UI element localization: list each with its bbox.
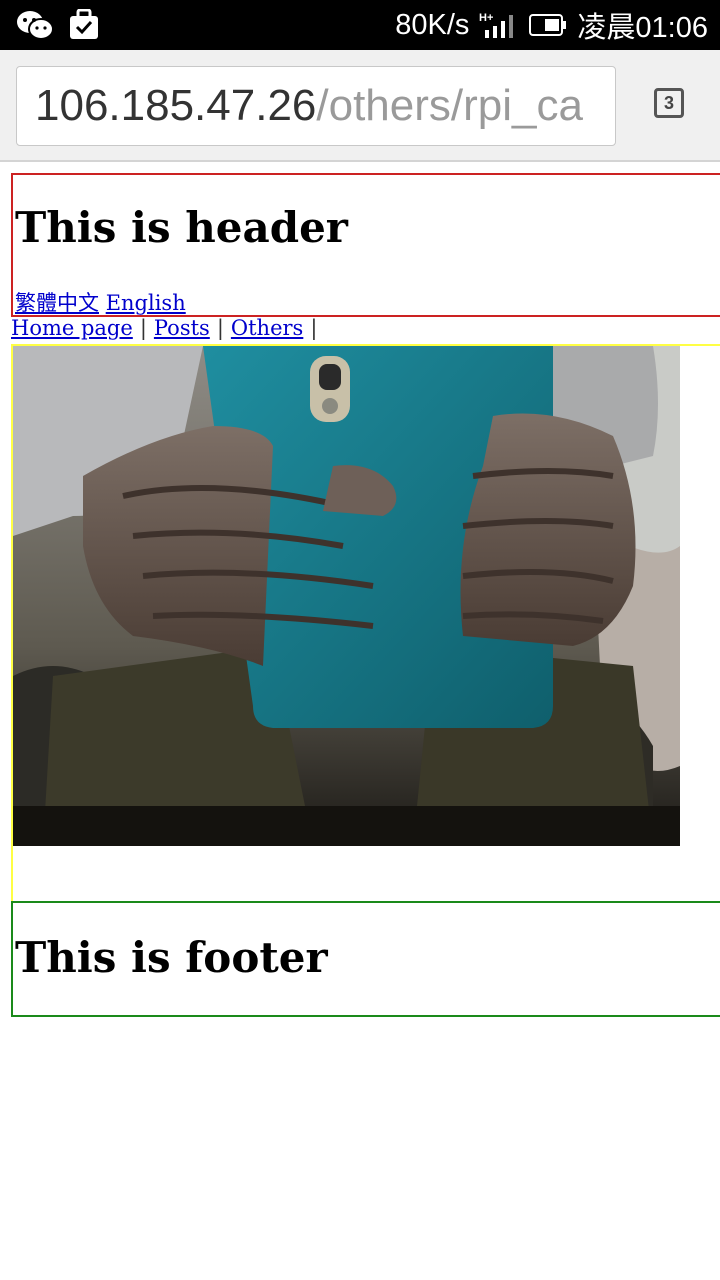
url-host: 106.185.47.26 <box>35 81 317 130</box>
camera-photo <box>13 346 680 846</box>
address-bar[interactable]: 106.185.47.26/others/rpi_ca <box>16 66 616 146</box>
signal-icon: H+ <box>479 12 514 38</box>
wechat-icon <box>17 11 54 40</box>
clock: 凌晨01:06 <box>577 12 708 44</box>
language-links: 繁體中文 English <box>15 287 186 317</box>
battery-icon <box>529 14 567 36</box>
network-speed: 80K/s <box>395 8 470 41</box>
nav-separator: | <box>216 316 224 340</box>
bag-check-icon <box>70 9 98 39</box>
nav-link-home[interactable]: Home page <box>11 316 133 340</box>
svg-text:H+: H+ <box>479 12 493 24</box>
tab-switcher-button[interactable]: 3 <box>654 88 684 118</box>
nav-link-others[interactable]: Others <box>231 316 303 340</box>
browser-toolbar: 106.185.47.26/others/rpi_ca 3 <box>0 50 720 162</box>
nav-link-posts[interactable]: Posts <box>154 316 210 340</box>
status-bar: 80K/s H+ 凌晨01:06 <box>0 0 720 50</box>
lang-link-traditional-chinese[interactable]: 繁體中文 <box>15 291 99 315</box>
content-section <box>11 344 720 903</box>
main-nav: Home page | Posts | Others | <box>11 316 324 340</box>
lang-link-english[interactable]: English <box>106 291 186 315</box>
page-header: This is header 繁體中文 English <box>11 173 720 317</box>
nav-separator: | <box>139 316 147 340</box>
url-path: /others/rpi_ca <box>316 81 583 130</box>
page-footer: This is footer <box>11 901 720 1017</box>
header-title: This is header <box>15 203 348 252</box>
nav-separator: | <box>310 316 318 340</box>
footer-title: This is footer <box>15 933 328 982</box>
